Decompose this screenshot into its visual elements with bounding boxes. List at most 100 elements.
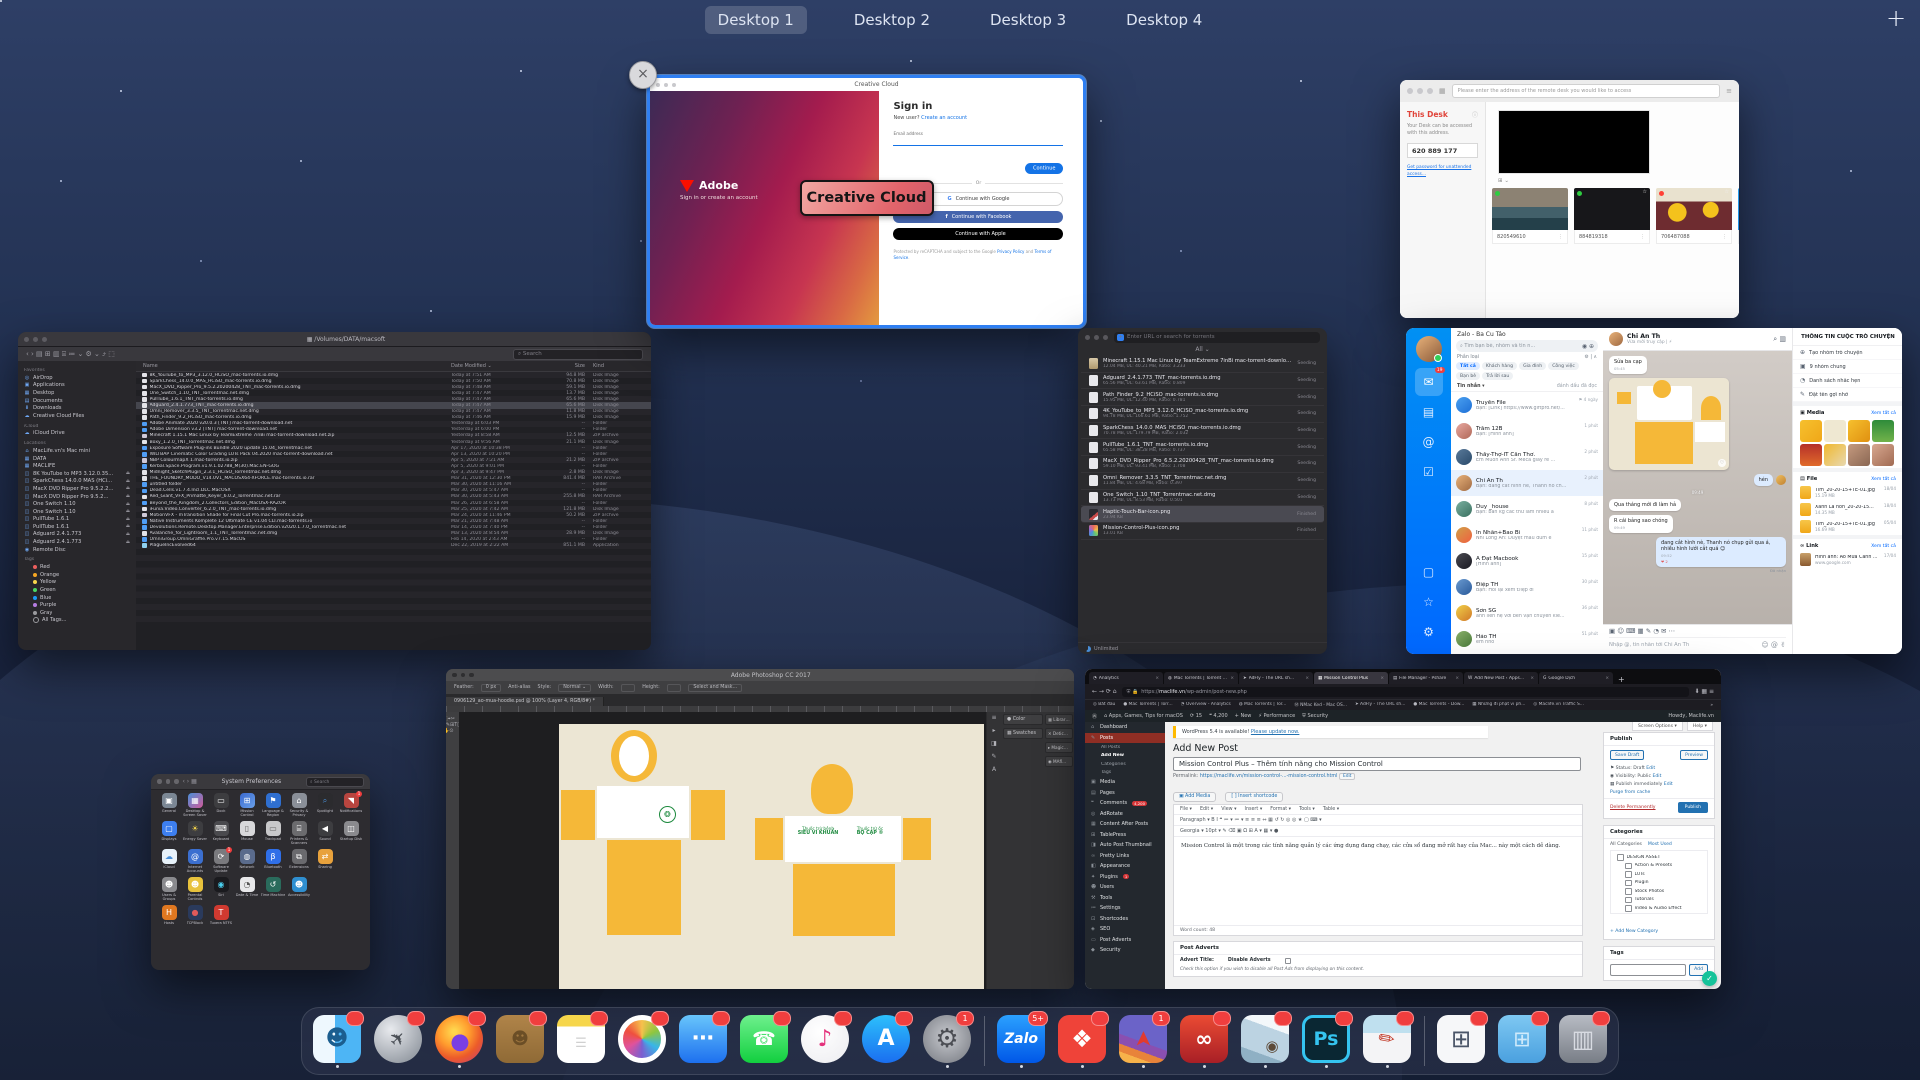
- finder-file-row[interactable]: PullTube_1.6.1_TNT_mac-torrents.io.dmg T…: [136, 396, 651, 402]
- finder-sidebar-item[interactable]: ☁ iCloud Drive: [18, 430, 136, 438]
- convo-header-icons[interactable]: ⌕ ▥: [1773, 335, 1786, 344]
- dock-app-icon[interactable]: ☻: [312, 1012, 362, 1070]
- eject-icon[interactable]: ⏏: [126, 509, 130, 514]
- preference-pane-icon[interactable]: ◥Notifications1: [338, 793, 364, 818]
- edit-status-link[interactable]: Edit: [1646, 766, 1655, 771]
- favorite-star-icon[interactable]: ☆: [1643, 189, 1647, 195]
- message-bubble[interactable]: Sửa ba cạp05:45: [1609, 356, 1647, 374]
- category-chip[interactable]: Gia đình: [1519, 362, 1546, 370]
- mark-read-link[interactable]: đánh dấu đã đọc: [1557, 384, 1597, 389]
- preference-pane-icon[interactable]: ☻Accessibility: [286, 877, 312, 902]
- editor-menu[interactable]: View ▾: [1221, 807, 1236, 812]
- preference-pane-icon[interactable]: TTuxera NTFS: [208, 905, 234, 930]
- shared-link-item[interactable]: Hình ảnh: Áo Mưa Cánh ... www.google.com…: [1793, 551, 1902, 568]
- dock-app-icon[interactable]: ⚙ 1: [922, 1012, 972, 1070]
- rail-nav-icon[interactable]: ▤: [1415, 398, 1443, 426]
- info-action-item[interactable]: ✎ Đặt tên gợi nhớ: [1793, 388, 1902, 402]
- bookmark-item[interactable]: ● Mac Torrents - Dow...: [1413, 702, 1464, 708]
- comments-count[interactable]: ❝ 4,200: [1209, 713, 1228, 719]
- info-action-item[interactable]: ◔ Danh sách nhắc hẹn: [1793, 374, 1902, 388]
- dock-app-icon[interactable]: ➤ 1: [1118, 1012, 1168, 1070]
- finder-file-row[interactable]: untitled folder Mar 30, 2020 at 11:16 AM…: [136, 482, 651, 488]
- editor-menu[interactable]: Format ▾: [1270, 807, 1291, 812]
- add-new-category-link[interactable]: + Add New Category: [1610, 929, 1658, 934]
- speed-gauge-icon[interactable]: [1085, 646, 1091, 652]
- finder-file-row[interactable]: MotionVFX - mTransition Shade for Final …: [136, 512, 651, 518]
- eject-icon[interactable]: ⏏: [126, 486, 130, 491]
- download-row[interactable]: Adguard_2.4.1.773_TNT_mac-torrents.io.dm…: [1081, 373, 1324, 390]
- desk-preview-screen[interactable]: [1498, 110, 1650, 174]
- anydesk-window[interactable]: ▦ Please enter the address of the remote…: [1400, 80, 1739, 318]
- nav-buttons[interactable]: ← → ⟳ ⌂: [1092, 688, 1117, 695]
- finder-sidebar-item[interactable]: iCloud: [18, 420, 136, 430]
- traffic-lights[interactable]: [656, 83, 676, 87]
- panel-icon[interactable]: ≡: [991, 714, 996, 721]
- preference-pane-icon[interactable]: ▭Trackpad: [260, 821, 286, 846]
- finder-sidebar-item[interactable]: ◫ MacX DVD Ripper Pro 9.5.2... ⏏: [18, 493, 136, 501]
- screen-options-button[interactable]: Screen Options ▾: [1632, 722, 1683, 731]
- finder-sidebar-item[interactable]: Favorites: [18, 364, 136, 374]
- admin-menu-item[interactable]: ⚒ Tools: [1085, 893, 1165, 904]
- shared-file-item[interactable]: Tìm_20-20-15+TE-01.jpg 15.19 MB 18/04: [1793, 484, 1902, 501]
- preference-pane-icon[interactable]: HHosts: [156, 905, 182, 930]
- view-all-files-link[interactable]: Xem tất cả: [1871, 477, 1896, 482]
- post-title-input[interactable]: Mission Control Plus – Thêm tính năng ch…: [1173, 757, 1581, 771]
- preference-pane-icon[interactable]: ▦Desktop & Screen Saver: [182, 793, 208, 818]
- dock-app-icon[interactable]: ∞: [1179, 1012, 1229, 1070]
- preference-pane-icon[interactable]: @Internet Accounts: [182, 849, 208, 874]
- dock-app-icon[interactable]: [617, 1012, 667, 1070]
- dock-app-icon[interactable]: Ps: [1301, 1012, 1351, 1070]
- user-avatar[interactable]: [1416, 336, 1442, 362]
- delete-permanently-link[interactable]: Delete Permanently: [1610, 805, 1656, 810]
- finder-sidebar-item[interactable]: ◉ Remote Disc: [18, 546, 136, 554]
- chat-list-item[interactable]: Điệp TH Bạn: Hỏi lại xem Điệp ơi 30 phút: [1451, 574, 1603, 600]
- download-row[interactable]: One_Switch_1.10_TNT_Torrentmac.net.dmg 1…: [1081, 490, 1324, 507]
- admin-menu-item[interactable]: ∞ Pretty Links: [1085, 851, 1165, 862]
- remote-desk-card[interactable]: ☆ 884819318 ⋮: [1574, 188, 1650, 244]
- admin-menu-item[interactable]: ◆ Security: [1085, 945, 1165, 956]
- dock-app-icon[interactable]: [1423, 1012, 1425, 1070]
- editor-toolbar-row1[interactable]: Paragraph ▾ B I ❝ ≔ ▾ ≔ ▾ ≡ ≡ ≡ ⇔ ▦ ↺ ↻ …: [1174, 815, 1582, 826]
- privacy-policy-link[interactable]: Privacy Policy: [997, 249, 1024, 254]
- rail-nav-icon[interactable]: ☑: [1415, 458, 1443, 486]
- bookmark-item[interactable]: Ⓜ NMac Ked - Mac OS...: [1294, 702, 1347, 708]
- preference-pane-icon[interactable]: ▯Mouse: [234, 821, 260, 846]
- creative-cloud-window[interactable]: Creative Cloud Adobe Sign in or create a…: [647, 75, 1086, 328]
- category-checkbox-row[interactable]: LUTs: [1611, 870, 1707, 879]
- finder-sidebar-item[interactable]: Red: [18, 563, 136, 571]
- preference-pane-icon[interactable]: ☁iCloud: [156, 849, 182, 874]
- admin-menu-item[interactable]: ▤ Pages: [1085, 788, 1165, 799]
- dock-app-icon[interactable]: [434, 1012, 484, 1070]
- category-checkbox[interactable]: [1625, 897, 1632, 904]
- browser-tab[interactable]: ▦ Mission Control Plus ×: [1314, 672, 1388, 684]
- panel-tab[interactable]: ● Color: [1003, 714, 1043, 725]
- finder-file-row[interactable]: iFunia.Video.Converter_6.2.0_TNT_mac-tor…: [136, 506, 651, 512]
- add-friend-icons[interactable]: ◉ ⊕: [1582, 343, 1594, 350]
- editor-menu[interactable]: Table ▾: [1323, 807, 1339, 812]
- dock-app-icon[interactable]: ⋯: [678, 1012, 728, 1070]
- bookmarks-overflow-icon[interactable]: »: [1710, 703, 1713, 708]
- media-thumbnail[interactable]: [1848, 444, 1870, 466]
- preference-pane-icon[interactable]: ▭Dock: [208, 793, 234, 818]
- preference-pane-icon[interactable]: ◉Siri: [208, 877, 234, 902]
- admin-menu-item[interactable]: ⌂ Dashboard: [1085, 722, 1165, 733]
- edit-visibility-link[interactable]: Edit: [1652, 774, 1661, 779]
- preference-pane-icon[interactable]: ⧉Extensions: [286, 849, 312, 874]
- shared-file-item[interactable]: Xanh Lá non_20-20-15... 14.35 MB 18/04: [1793, 501, 1902, 518]
- tab-close-icon[interactable]: ×: [1380, 676, 1384, 681]
- column-header-date[interactable]: Date Modified ⌄: [451, 363, 543, 369]
- finder-window[interactable]: ▦ /Volumes/DATA/macsoft ‹ › ▤ ⊞ ▥ ⌸ ≔ ⌄ …: [18, 332, 651, 650]
- finder-file-row[interactable]: PlagueIncEvolved64 Dec 22, 2019 at 2:22 …: [136, 543, 651, 549]
- browser-tab[interactable]: ▤ File Manager - Pshare ×: [1389, 672, 1463, 684]
- admin-menu-item[interactable]: ◨ Auto Post Thumbnail: [1085, 840, 1165, 851]
- finder-file-row[interactable]: IWLTBAP Cinematic Color Grading LUTs Pac…: [136, 451, 651, 457]
- preference-pane-icon[interactable]: ☻Parental Controls: [182, 877, 208, 902]
- bookmark-item[interactable]: ➤ AdFly - The URL sh...: [1355, 702, 1405, 708]
- finder-sidebar-item[interactable]: ▤ Documents: [18, 397, 136, 405]
- most-used-tab[interactable]: Most Used: [1648, 842, 1672, 847]
- editor-toolbar-row2[interactable]: Georgia ▾ 10pt ▾ ✎ ⌫ ▣ Ω ⊞ A ▾ ▦ ▾ ●: [1174, 826, 1582, 837]
- collapsed-panel-button[interactable]: ▸ Magicfl...: [1045, 742, 1073, 753]
- preference-pane-icon[interactable]: ☻Users & Groups: [156, 877, 182, 902]
- reaction-count[interactable]: ❤ 2: [1661, 559, 1781, 564]
- back-forward-buttons[interactable]: ‹ › ▦: [183, 778, 197, 785]
